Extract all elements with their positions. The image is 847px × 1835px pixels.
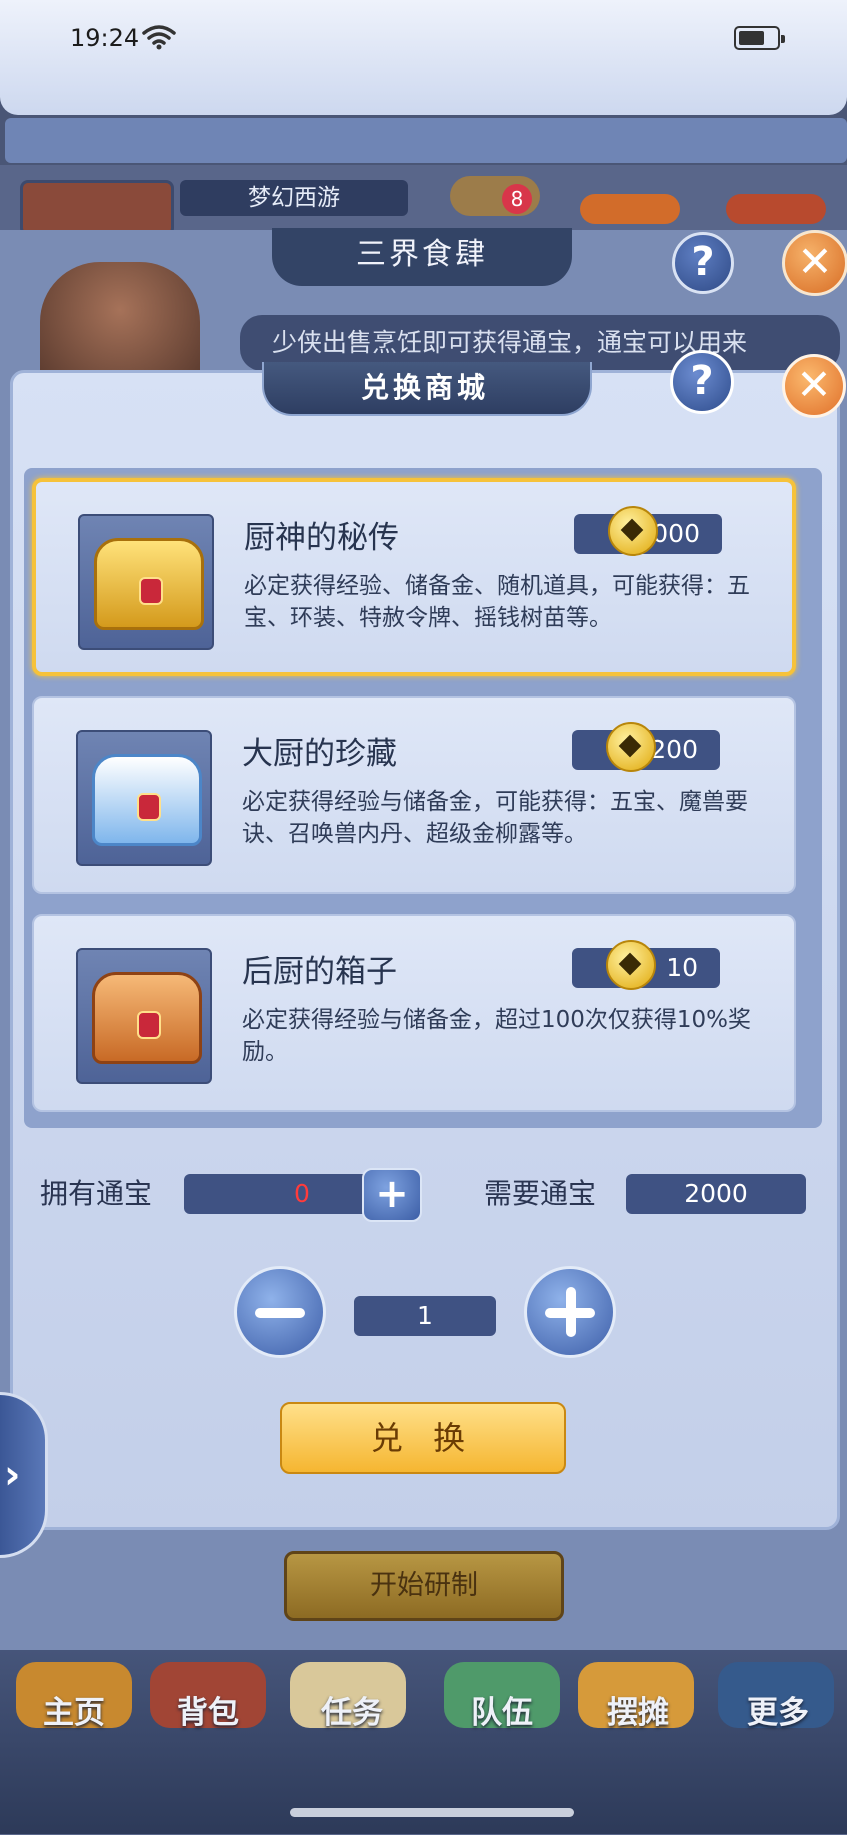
game-name-label: 梦幻西游	[180, 180, 408, 216]
item-description: 必定获得经验、储备金、随机道具，可能获得：五宝、环装、特赦令牌、摇钱树苗等。	[244, 573, 750, 631]
coin-icon	[606, 940, 656, 990]
background-header-strip	[5, 118, 847, 163]
start-research-button[interactable]: 开始研制	[284, 1551, 564, 1621]
required-currency-value: 2000	[626, 1174, 806, 1214]
exchange-button[interactable]: 兑 换	[280, 1402, 566, 1474]
nav-team[interactable]: 队伍	[442, 1678, 562, 1748]
close-icon[interactable]: ✕	[782, 354, 846, 418]
chevron-right-icon: ›	[4, 1452, 21, 1498]
notification-badge: 8	[502, 184, 532, 214]
wifi-icon	[142, 25, 176, 50]
bronze-chest-icon	[92, 972, 202, 1064]
quantity-increase-button[interactable]	[524, 1266, 616, 1358]
required-currency-label: 需要通宝	[484, 1177, 597, 1210]
owned-currency-label: 拥有通宝	[40, 1177, 153, 1210]
coin-icon	[608, 506, 658, 556]
coin-icon	[606, 722, 656, 772]
item-name: 厨神的秘传	[244, 520, 399, 556]
item-description: 必定获得经验与储备金，可能获得：五宝、魔兽要诀、召唤兽内丹、超级金柳露等。	[242, 789, 748, 847]
background-panel-title: 三界食肆	[272, 228, 572, 286]
nav-more[interactable]: 更多	[718, 1678, 838, 1748]
quantity-value[interactable]: 1	[354, 1296, 496, 1336]
item-name: 大厨的珍藏	[242, 736, 397, 772]
status-bar	[0, 0, 847, 115]
item-description: 必定获得经验与储备金，超过100次仅获得10%奖励。	[242, 1007, 752, 1065]
nav-bag[interactable]: 背包	[148, 1678, 268, 1748]
item-icon-frame	[76, 730, 212, 866]
nav-home[interactable]: 主页	[14, 1678, 134, 1748]
npc-portrait	[40, 262, 200, 382]
background-top-icons: 8	[430, 168, 840, 228]
quantity-decrease-button[interactable]	[234, 1266, 326, 1358]
add-currency-button[interactable]: +	[362, 1168, 422, 1222]
shop-item-head-chef-treasure[interactable]: 大厨的珍藏 200 必定获得经验与储备金，可能获得：五宝、魔兽要诀、召唤兽内丹、…	[32, 696, 796, 894]
modal-title: 兑换商城	[360, 371, 489, 404]
battery-icon	[734, 26, 785, 50]
gold-chest-icon	[94, 538, 204, 630]
item-name: 后厨的箱子	[242, 954, 397, 990]
item-icon-frame	[78, 514, 214, 650]
silver-chest-icon	[92, 754, 202, 846]
player-avatar	[20, 180, 174, 236]
item-icon-frame	[76, 948, 212, 1084]
help-icon[interactable]: ?	[670, 350, 734, 414]
home-indicator	[290, 1808, 574, 1817]
background-close-icon[interactable]: ✕	[782, 230, 847, 296]
shop-item-back-kitchen-box[interactable]: 后厨的箱子 10 必定获得经验与储备金，超过100次仅获得10%奖励。	[32, 914, 796, 1112]
nav-stall[interactable]: 摆摊	[578, 1678, 698, 1748]
shop-item-chef-god-secret[interactable]: 厨神的秘传 2000 必定获得经验、储备金、随机道具，可能获得：五宝、环装、特赦…	[32, 478, 796, 676]
status-time: 19:24	[70, 24, 140, 52]
nav-task[interactable]: 任务	[292, 1678, 412, 1748]
background-help-icon[interactable]: ?	[672, 232, 734, 294]
